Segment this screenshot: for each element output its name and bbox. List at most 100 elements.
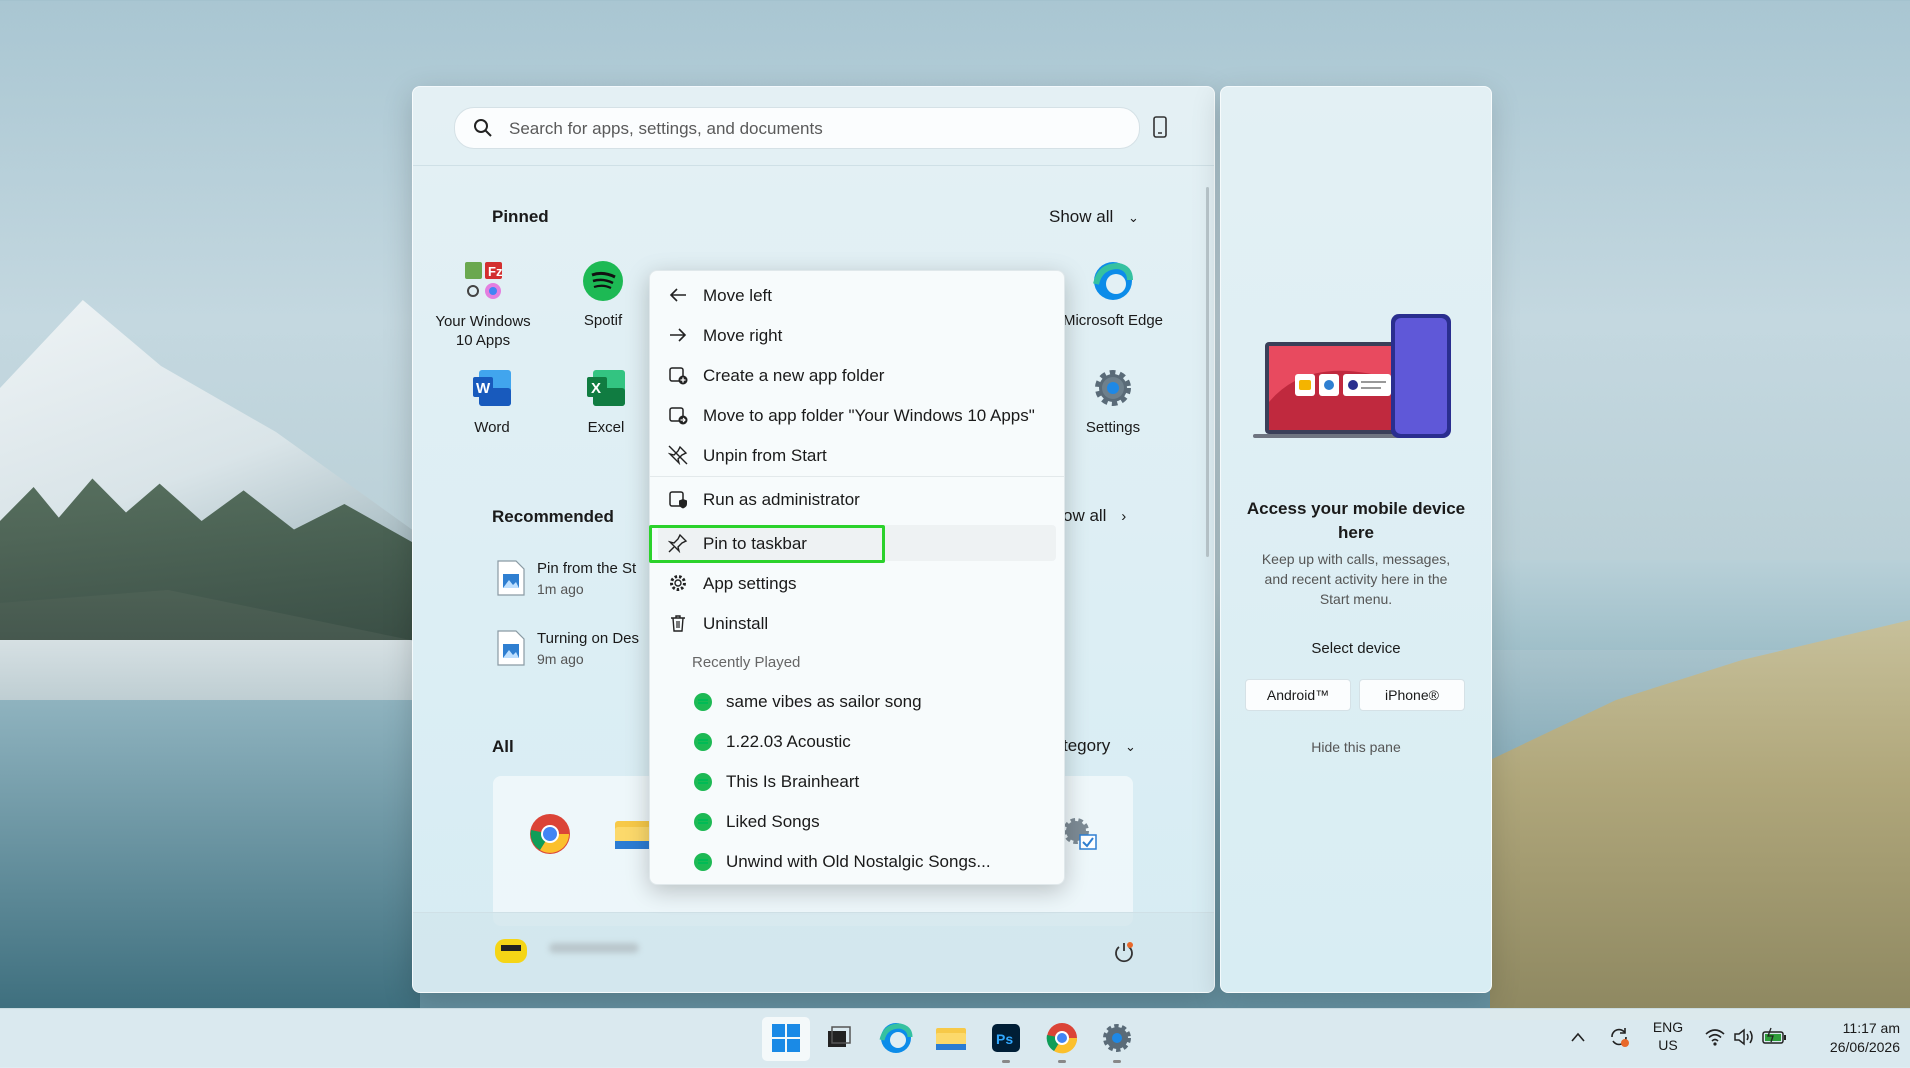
running-indicator [1002, 1060, 1010, 1063]
user-avatar[interactable] [493, 935, 529, 967]
pinned-app-microsoft-edge[interactable]: Microsoft Edge [1053, 260, 1173, 329]
recent-track-item[interactable]: same vibes as sailor song [694, 685, 1054, 719]
running-indicator [1113, 1060, 1121, 1063]
menu-item-run-as-administrator[interactable]: Run as administrator [658, 481, 1056, 517]
recent-track-label: same vibes as sailor song [726, 692, 922, 711]
menu-item-app-settings[interactable]: App settings [658, 565, 1056, 601]
spotify-icon [694, 773, 712, 791]
menu-item-label: Move to app folder "Your Windows 10 Apps… [703, 406, 1035, 425]
keyboard-layout: US [1658, 1037, 1678, 1053]
menu-item-move-left[interactable]: Move left [658, 277, 1056, 313]
menu-item-move-right[interactable]: Move right [658, 317, 1056, 353]
recommended-show-all-button[interactable]: ow all › [1063, 506, 1126, 526]
phone-laptop-illustration [1253, 314, 1451, 438]
chrome-icon[interactable] [1045, 1021, 1079, 1055]
recommended-show-all-label: ow all [1063, 506, 1107, 525]
recommended-item-name: Pin from the St [537, 560, 637, 577]
spotify-icon [583, 261, 623, 301]
search-input[interactable]: Search for apps, settings, and documents [454, 107, 1140, 149]
menu-separator [650, 476, 1064, 477]
menu-item-unpin-from-start[interactable]: Unpin from Start [658, 437, 1056, 473]
move-folder-icon [669, 407, 688, 425]
svg-text:Ps: Ps [996, 1031, 1013, 1047]
edge-icon[interactable] [879, 1021, 913, 1055]
search-icon [474, 119, 492, 137]
power-icon[interactable] [1113, 941, 1135, 963]
settings-gear-icon[interactable] [1100, 1021, 1134, 1055]
clock-date: 26/06/2026 [1829, 1039, 1900, 1055]
menu-item-uninstall[interactable]: Uninstall [658, 605, 1056, 641]
language-indicator[interactable]: ENG US [1650, 1018, 1686, 1054]
recommended-item-name: Turning on Des [537, 630, 639, 647]
search-divider [413, 165, 1214, 166]
pinned-app-label: Word [474, 419, 510, 436]
recently-played-header: Recently Played [692, 654, 801, 671]
menu-item-move-to-app-folder[interactable]: Move to app folder "Your Windows 10 Apps… [658, 397, 1056, 433]
search-placeholder: Search for apps, settings, and documents [509, 119, 823, 138]
pinned-app-label: Excel [587, 419, 625, 436]
recommended-title: Recommended [492, 507, 614, 526]
pinned-show-all-label: Show all [1049, 207, 1114, 226]
all-view-label: tegory [1063, 736, 1111, 755]
pinned-app-excel[interactable]: X Excel [571, 367, 641, 436]
recent-track-item[interactable]: Unwind with Old Nostalgic Songs... [694, 845, 1054, 879]
task-view-icon[interactable] [822, 1021, 856, 1055]
mobile-device-pane: Access your mobile device here Keep up w… [1220, 86, 1492, 993]
volume-icon[interactable] [1733, 1027, 1755, 1047]
menu-item-label: Uninstall [703, 614, 769, 633]
pinned-app-word[interactable]: W Word [432, 367, 552, 436]
file-explorer-icon[interactable] [934, 1021, 968, 1055]
new-folder-icon [669, 367, 688, 385]
spotify-icon [694, 733, 712, 751]
taskbar-clock[interactable]: 11:17 am 26/06/2026 [1800, 1019, 1900, 1057]
battery-icon[interactable] [1762, 1027, 1788, 1047]
android-button[interactable]: Android™ [1245, 679, 1351, 711]
clock-time: 11:17 am [1842, 1020, 1900, 1036]
start-footer [413, 912, 1214, 992]
wifi-icon[interactable] [1704, 1027, 1726, 1047]
pinned-app-label: Settings [1085, 419, 1141, 436]
pinned-app-your-windows-10-apps[interactable]: Fz Your Windows 10 Apps [413, 260, 553, 350]
sync-icon[interactable] [1607, 1025, 1631, 1049]
pinned-app-label: Spotif [583, 312, 623, 329]
pinned-show-all-button[interactable]: Show all ⌄ [1049, 207, 1139, 227]
menu-item-create-app-folder[interactable]: Create a new app folder [658, 357, 1056, 393]
recent-track-label: Unwind with Old Nostalgic Songs... [726, 852, 991, 871]
arrow-left-icon [669, 288, 686, 302]
menu-item-label: Create a new app folder [703, 366, 885, 385]
pinned-app-settings[interactable]: Settings [1053, 367, 1173, 436]
settings-gear-icon [1095, 370, 1131, 406]
chrome-icon[interactable] [529, 813, 571, 855]
spotify-icon [694, 813, 712, 831]
start-scrollbar[interactable] [1206, 187, 1209, 557]
photoshop-icon[interactable]: Ps [989, 1021, 1023, 1055]
spotify-icon [694, 853, 712, 871]
chevron-right-icon: › [1121, 508, 1127, 525]
menu-item-label: Move right [703, 326, 783, 345]
pinned-app-spotify[interactable]: Spotif [568, 260, 638, 329]
recent-track-label: Liked Songs [726, 812, 820, 831]
unpin-icon [668, 445, 688, 465]
all-title: All [492, 737, 514, 756]
shield-icon [669, 491, 687, 509]
recommended-item-time: 9m ago [537, 651, 584, 667]
iphone-button[interactable]: iPhone® [1359, 679, 1465, 711]
recent-track-item[interactable]: This Is Brainheart [694, 765, 1054, 799]
chevron-up-icon[interactable] [1570, 1031, 1586, 1043]
recent-track-item[interactable]: 1.22.03 Acoustic [694, 725, 1054, 759]
windows-start-icon[interactable] [769, 1021, 803, 1055]
edge-icon [1093, 262, 1133, 300]
hide-pane-link[interactable]: Hide this pane [1241, 739, 1471, 755]
phone-link-icon[interactable] [1153, 116, 1167, 138]
mobile-pane-description: Keep up with calls, messages, and recent… [1261, 551, 1451, 607]
svg-text:Fz: Fz [488, 264, 503, 279]
all-view-dropdown[interactable]: tegory ⌄ [1063, 736, 1136, 756]
menu-item-label: Move left [703, 286, 772, 305]
running-indicator [1058, 1060, 1066, 1063]
chevron-down-icon: ⌄ [1124, 739, 1136, 754]
wallpaper-meadow [1490, 620, 1910, 1020]
recent-track-item[interactable]: Liked Songs [694, 805, 1054, 839]
spotify-icon [694, 693, 712, 711]
svg-text:W: W [476, 380, 491, 397]
image-file-icon [497, 630, 525, 666]
